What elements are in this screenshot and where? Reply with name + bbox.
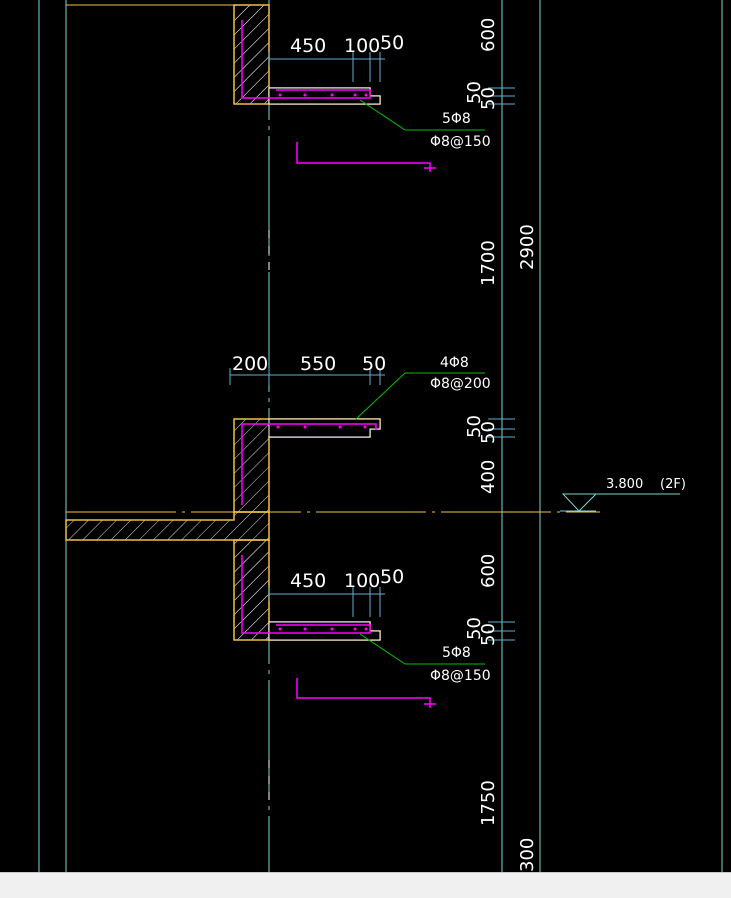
dim-50-upper: 50 bbox=[380, 32, 404, 54]
dimv-1750: 1750 bbox=[478, 780, 499, 826]
dim-550-middle: 550 bbox=[300, 353, 336, 375]
rebar-count-upper: 5Φ8 bbox=[442, 111, 471, 127]
floor-slab bbox=[65, 511, 600, 541]
dimv-50b-middle: 50 bbox=[478, 421, 499, 444]
dim-50-middle: 50 bbox=[362, 353, 386, 375]
dim-50-lower: 50 bbox=[380, 566, 404, 588]
dimv-400-middle: 400 bbox=[478, 460, 499, 494]
middle-beam-section: 200 550 50 4Φ8 Φ8@200 50 50 400 bbox=[229, 353, 515, 513]
dimv-1700: 1700 bbox=[478, 240, 499, 286]
lower-beam-section: 450 100 50 600 50 50 5Φ8 Φ8@150 bbox=[233, 539, 515, 800]
rebar-spacing-upper: Φ8@150 bbox=[430, 134, 491, 150]
cad-drawing-canvas[interactable]: 450 100 50 600 50 50 5Φ8 Φ8@150 1700 290… bbox=[0, 0, 731, 872]
dim-200-middle: 200 bbox=[232, 353, 268, 375]
dimv-300: 300 bbox=[517, 838, 538, 872]
dim-100-lower: 100 bbox=[344, 570, 380, 592]
overall-vertical-dims: 1700 2900 1750 300 bbox=[268, 224, 538, 872]
rebar-spacing-middle: Φ8@200 bbox=[430, 376, 491, 392]
level-elevation: 3.800 bbox=[606, 477, 643, 492]
dimv-600-upper: 600 bbox=[478, 18, 499, 52]
rebar-count-middle: 4Φ8 bbox=[440, 355, 469, 371]
dim-450-upper: 450 bbox=[290, 35, 326, 57]
rebar-spacing-lower: Φ8@150 bbox=[430, 668, 491, 684]
level-floor-label: (2F) bbox=[660, 477, 686, 492]
status-bar bbox=[0, 872, 731, 898]
dimv-2900: 2900 bbox=[517, 224, 538, 270]
dim-100-upper: 100 bbox=[344, 35, 380, 57]
grid-lines bbox=[38, 0, 723, 872]
rebar-count-lower: 5Φ8 bbox=[442, 645, 471, 661]
dimv-50b-lower: 50 bbox=[478, 623, 499, 646]
dimv-600-lower: 600 bbox=[478, 554, 499, 588]
level-marker: 3.800 (2F) bbox=[560, 477, 686, 512]
dimv-50b-upper: 50 bbox=[478, 87, 499, 110]
upper-beam-section: 450 100 50 600 50 50 5Φ8 Φ8@150 bbox=[233, 4, 515, 172]
section-drawing: 450 100 50 600 50 50 5Φ8 Φ8@150 1700 290… bbox=[38, 0, 723, 872]
dim-450-lower: 450 bbox=[290, 570, 326, 592]
